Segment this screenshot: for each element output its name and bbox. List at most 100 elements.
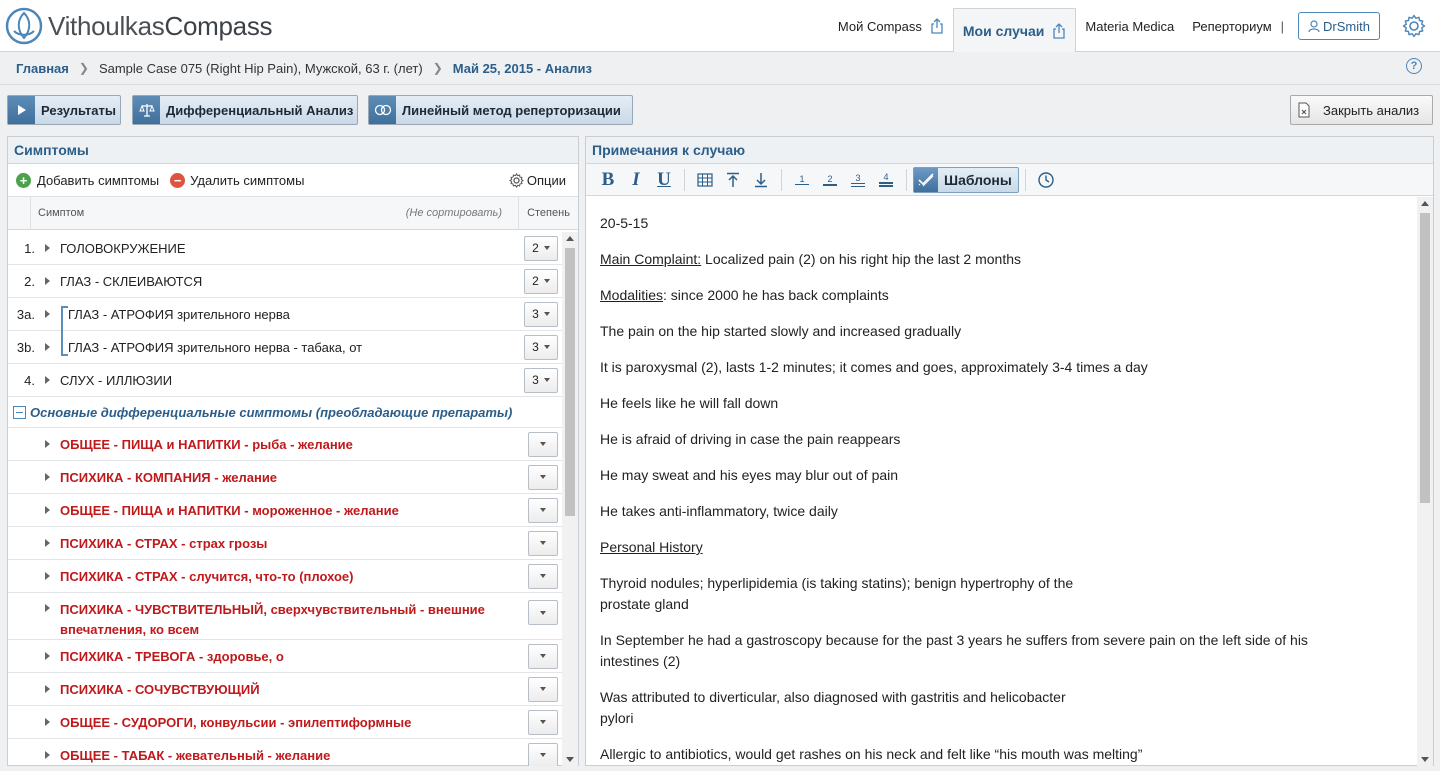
- differential-group-header[interactable]: Основные дифференциальные симптомы (прео…: [8, 397, 564, 428]
- breadcrumb-case[interactable]: Sample Case 075 (Right Hip Pain), Мужско…: [99, 61, 423, 76]
- expand-arrow-icon[interactable]: [45, 277, 50, 285]
- expand-arrow-icon[interactable]: [45, 376, 50, 384]
- symptom-text[interactable]: ОБЩЕЕ - ТАБАК - жевательный - желание: [60, 748, 528, 763]
- symptom-text[interactable]: ПСИХИКА - СОЧУВСТВУЮЩИЙ: [60, 682, 528, 697]
- heading-1-button[interactable]: 1: [788, 168, 816, 192]
- symptom-text[interactable]: ОБЩЕЕ - ПИЩА и НАПИТКИ - мороженное - же…: [60, 503, 528, 518]
- degree-select[interactable]: [528, 676, 558, 702]
- scroll-up-icon[interactable]: [1421, 201, 1429, 206]
- expand-arrow-icon[interactable]: [45, 718, 50, 726]
- remove-symptoms-button[interactable]: Удалить симптомы: [190, 173, 304, 188]
- share-icon[interactable]: [930, 18, 944, 34]
- expand-arrow-icon[interactable]: [45, 572, 50, 580]
- list-item[interactable]: ОБЩЕЕ - ПИЩА и НАПИТКИ - рыба - желание: [8, 428, 564, 461]
- list-item[interactable]: ОБЩЕЕ - ТАБАК - жевательный - желание: [8, 739, 564, 766]
- share-icon[interactable]: [1052, 22, 1066, 39]
- symptom-text[interactable]: ОБЩЕЕ - СУДОРОГИ, конвульсии - эпилептиф…: [60, 715, 528, 730]
- degree-select[interactable]: [528, 530, 558, 556]
- list-item[interactable]: ПСИХИКА - СТРАХ - случится, что-то (плох…: [8, 560, 564, 593]
- expand-arrow-icon[interactable]: [45, 343, 50, 351]
- expand-arrow-icon[interactable]: [45, 685, 50, 693]
- list-item[interactable]: ПСИХИКА - СОЧУВСТВУЮЩИЙ: [8, 673, 564, 706]
- add-icon[interactable]: +: [16, 172, 31, 188]
- move-top-button[interactable]: [719, 168, 747, 192]
- degree-select[interactable]: [528, 742, 558, 766]
- nav-repertory[interactable]: Реперториум: [1183, 0, 1280, 52]
- symptom-text[interactable]: ГЛАЗ - СКЛЕИВАЮТСЯ: [60, 274, 524, 289]
- scrollbar-thumb[interactable]: [1420, 213, 1430, 503]
- scroll-down-icon[interactable]: [566, 757, 574, 762]
- linear-repertorization-button[interactable]: Линейный метод реперторизации: [368, 95, 633, 125]
- help-icon[interactable]: ?: [1406, 58, 1422, 74]
- bold-button[interactable]: B: [594, 169, 622, 191]
- symptom-text[interactable]: ПСИХИКА - СТРАХ - страх грозы: [60, 536, 528, 551]
- symptom-text[interactable]: ОБЩЕЕ - ПИЩА и НАПИТКИ - рыба - желание: [60, 437, 528, 452]
- add-symptoms-button[interactable]: Добавить симптомы: [37, 173, 159, 188]
- table-row[interactable]: 3a. ГЛАЗ - АТРОФИЯ зрительного нерва 3: [8, 298, 564, 331]
- templates-button[interactable]: Шаблоны: [913, 166, 1019, 193]
- header-symptom[interactable]: Симптом: [31, 207, 406, 219]
- differential-analysis-button[interactable]: Дифференциальный Анализ: [132, 95, 358, 125]
- scroll-up-icon[interactable]: [566, 236, 574, 241]
- history-button[interactable]: [1032, 168, 1060, 192]
- nav-my-cases[interactable]: Мои случаи: [952, 8, 1077, 52]
- symptom-text[interactable]: ПСИХИКА - СТРАХ - случится, что-то (плох…: [60, 569, 528, 584]
- table-row[interactable]: 3b. ГЛАЗ - АТРОФИЯ зрительного нерва - т…: [8, 331, 564, 364]
- expand-arrow-icon[interactable]: [45, 652, 50, 660]
- symptom-text[interactable]: ПСИХИКА - КОМПАНИЯ - желание: [60, 470, 528, 485]
- heading-2-button[interactable]: 2: [816, 168, 844, 192]
- list-item[interactable]: ПСИХИКА - ЧУВСТВИТЕЛЬНЫЙ, сверхчувствите…: [8, 593, 564, 640]
- expand-arrow-icon[interactable]: [45, 440, 50, 448]
- table-row[interactable]: 2. ГЛАЗ - СКЛЕИВАЮТСЯ 2: [8, 265, 564, 298]
- table-button[interactable]: [691, 168, 719, 192]
- heading-3-button[interactable]: 3: [844, 168, 872, 192]
- expand-arrow-icon[interactable]: [45, 506, 50, 514]
- heading-4-button[interactable]: 4: [872, 168, 900, 192]
- list-item[interactable]: ПСИХИКА - КОМПАНИЯ - желание: [8, 461, 564, 494]
- scroll-down-icon[interactable]: [1421, 757, 1429, 762]
- list-item[interactable]: ОБЩЕЕ - ПИЩА и НАПИТКИ - мороженное - же…: [8, 494, 564, 527]
- symptom-text[interactable]: ПСИХИКА - ТРЕВОГА - здоровье, о: [60, 649, 528, 664]
- degree-select[interactable]: 2: [524, 268, 558, 294]
- header-degree[interactable]: Степень: [518, 196, 578, 230]
- table-row[interactable]: 4. СЛУХ - ИЛЛЮЗИИ 3: [8, 364, 564, 397]
- expand-arrow-icon[interactable]: [45, 244, 50, 252]
- move-bottom-button[interactable]: [747, 168, 775, 192]
- symptom-text[interactable]: ГЛАЗ - АТРОФИЯ зрительного нерва - табак…: [60, 340, 524, 355]
- table-row[interactable]: 1. ГОЛОВОКРУЖЕНИЕ 2: [8, 232, 564, 265]
- scrollbar-thumb[interactable]: [565, 248, 575, 516]
- degree-select[interactable]: 3: [524, 334, 558, 360]
- breadcrumb-home[interactable]: Главная: [16, 61, 69, 76]
- list-item[interactable]: ПСИХИКА - СТРАХ - страх грозы: [8, 527, 564, 560]
- italic-button[interactable]: I: [622, 169, 650, 191]
- degree-select[interactable]: [528, 600, 558, 625]
- degree-select[interactable]: 2: [524, 235, 558, 261]
- expand-arrow-icon[interactable]: [45, 751, 50, 759]
- degree-select[interactable]: 3: [524, 367, 558, 393]
- expand-arrow-icon[interactable]: [45, 539, 50, 547]
- symptom-text[interactable]: ГОЛОВОКРУЖЕНИЕ: [60, 241, 524, 256]
- header-sort[interactable]: (Не сортировать): [406, 207, 502, 219]
- remove-icon[interactable]: −: [170, 172, 186, 188]
- expand-arrow-icon[interactable]: [45, 310, 50, 318]
- nav-my-compass[interactable]: Мой Compass: [829, 0, 953, 52]
- symptom-text[interactable]: СЛУХ - ИЛЛЮЗИИ: [60, 373, 524, 388]
- degree-select[interactable]: [528, 643, 558, 669]
- symptoms-scrollbar[interactable]: [562, 232, 578, 766]
- degree-select[interactable]: [528, 709, 558, 735]
- results-button[interactable]: Результаты: [7, 95, 121, 125]
- collapse-icon[interactable]: [13, 405, 26, 419]
- list-item[interactable]: ПСИХИКА - ТРЕВОГА - здоровье, о: [8, 640, 564, 673]
- app-logo[interactable]: VithoulkasCompass: [4, 5, 273, 47]
- settings-button[interactable]: [1388, 0, 1440, 52]
- options-button[interactable]: Опции: [508, 173, 566, 188]
- expand-arrow-icon[interactable]: [45, 604, 50, 612]
- degree-select[interactable]: [528, 431, 558, 457]
- underline-button[interactable]: U: [650, 169, 678, 191]
- expand-arrow-icon[interactable]: [45, 473, 50, 481]
- degree-select[interactable]: [528, 563, 558, 589]
- symptom-text[interactable]: ГЛАЗ - АТРОФИЯ зрительного нерва: [60, 307, 524, 322]
- user-button[interactable]: DrSmith: [1298, 12, 1380, 40]
- list-item[interactable]: ОБЩЕЕ - СУДОРОГИ, конвульсии - эпилептиф…: [8, 706, 564, 739]
- notes-editor[interactable]: 20-5-15 Main Complaint: Localized pain (…: [586, 197, 1418, 766]
